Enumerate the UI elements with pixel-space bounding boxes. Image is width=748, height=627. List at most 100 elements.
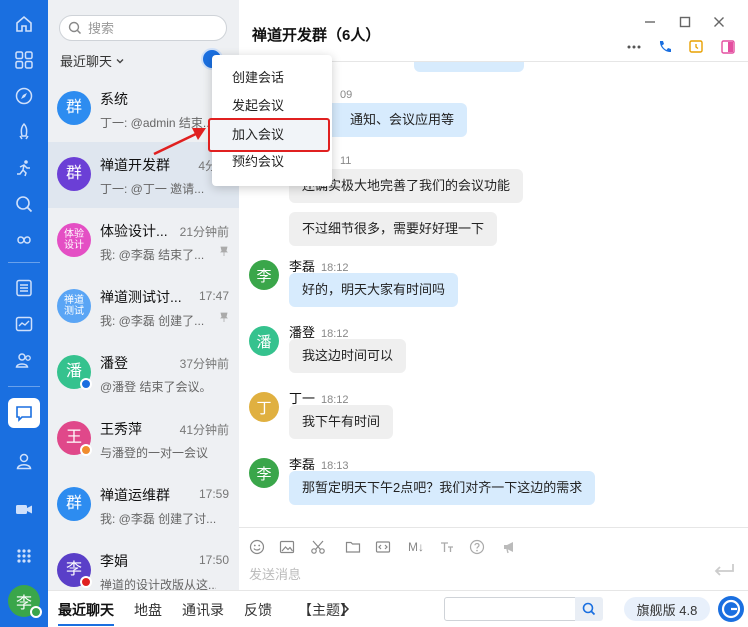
conversation-preview: 丁一: @丁一 邀请... xyxy=(100,182,205,196)
conversation-name: 王秀萍 xyxy=(100,421,142,437)
help-icon[interactable] xyxy=(468,538,486,556)
run-icon[interactable] xyxy=(12,156,36,180)
video-icon[interactable] xyxy=(12,497,36,521)
conversation-time: 17:47 xyxy=(198,289,229,303)
status-dot xyxy=(80,576,92,588)
search-input[interactable] xyxy=(88,20,208,36)
message-sender[interactable]: 李磊 xyxy=(289,259,315,274)
status-dot xyxy=(80,378,92,390)
search-box[interactable] xyxy=(59,15,227,41)
message-bubble: 好的，明天大家有时间吗 xyxy=(289,273,459,307)
bottom-tab[interactable]: 最近聊天 xyxy=(58,600,114,626)
code-icon[interactable] xyxy=(374,538,392,556)
search-icon[interactable] xyxy=(12,192,36,216)
chat-icon[interactable] xyxy=(12,401,36,425)
conversation-item[interactable]: 禅道测试 禅道测试讨... 17:47 我: @李磊 创建了... xyxy=(48,274,239,340)
apps-icon[interactable] xyxy=(12,48,36,72)
conversation-time: 37分钟前 xyxy=(179,357,229,371)
conversation-name: 禅道测试讨... xyxy=(100,289,182,305)
edition-badge[interactable]: 旗舰版 4.8 xyxy=(624,597,710,621)
bottom-tab[interactable]: 通讯录 xyxy=(182,600,224,620)
user-icon[interactable] xyxy=(12,449,36,473)
conversation-avatar: 禅道测试 xyxy=(57,289,91,323)
message-bubble: 那暂定明天下午2点吧？我们对齐一下这边的需求 xyxy=(289,471,596,505)
megaphone-icon[interactable] xyxy=(501,538,519,556)
conversation-item[interactable]: 群禅道运维群 17:59 我: @李磊 创建了讨... xyxy=(48,472,239,538)
message-bubble: 我这边时间可以 xyxy=(289,339,407,373)
conversation-preview: 丁一: @admin 结束... xyxy=(100,116,213,130)
online-status-badge xyxy=(30,606,42,618)
phone-icon[interactable] xyxy=(656,38,674,56)
chat-title: 禅道开发群（6人） xyxy=(252,27,381,44)
conversation-avatar: 群 xyxy=(57,157,91,191)
composer: M↓ 发送消息 xyxy=(239,527,748,590)
pin-icon xyxy=(220,312,228,325)
home-icon[interactable] xyxy=(12,12,36,36)
org-icon[interactable] xyxy=(12,348,36,372)
message-avatar[interactable]: 丁 xyxy=(249,392,279,422)
bottom-tab[interactable]: 地盘 xyxy=(134,600,162,620)
message-avatar[interactable]: 潘 xyxy=(249,326,279,356)
rocket-icon[interactable] xyxy=(12,120,36,144)
conversation-time: 17:59 xyxy=(198,487,229,501)
meeting-icon[interactable] xyxy=(687,38,705,56)
font-icon[interactable] xyxy=(438,538,456,556)
conversation-name: 体验设计... xyxy=(100,223,168,239)
emoji-icon[interactable] xyxy=(248,538,266,556)
conversation-item[interactable]: 王王秀萍 41分钟前 与潘登的一对一会议 xyxy=(48,406,239,472)
message-input[interactable]: 发送消息 xyxy=(249,564,301,583)
infinity-icon[interactable] xyxy=(12,228,36,252)
message-bubble: 我下午有时间 xyxy=(289,405,394,439)
conversation-name: 禅道开发群 xyxy=(100,157,170,173)
chart-icon[interactable] xyxy=(12,312,36,336)
menu-item[interactable]: 加入会议 xyxy=(208,118,330,152)
close-icon[interactable] xyxy=(711,14,727,30)
conversation-time: 41分钟前 xyxy=(179,423,229,437)
status-dot xyxy=(80,444,92,456)
message-avatar[interactable]: 李 xyxy=(249,458,279,488)
minimize-icon[interactable] xyxy=(642,14,658,30)
scissors-icon[interactable] xyxy=(309,538,327,556)
message-sender[interactable]: 潘登 xyxy=(289,325,315,340)
recent-chats-dropdown[interactable]: 最近聊天 xyxy=(60,51,125,70)
message-sender[interactable]: 李磊 xyxy=(289,457,315,472)
folder-icon[interactable] xyxy=(344,538,362,556)
menu-item[interactable]: 发起会议 xyxy=(212,92,332,120)
conversation-name: 潘登 xyxy=(100,355,128,371)
chevron-right-icon[interactable] xyxy=(342,604,350,614)
bottom-tab[interactable]: 反馈 xyxy=(244,600,272,620)
message-bubble xyxy=(414,62,524,72)
conversation-avatar: 群 xyxy=(57,487,91,521)
message-avatar[interactable]: 李 xyxy=(249,260,279,290)
conversation-preview: 我: @李磊 创建了... xyxy=(100,314,205,328)
list-icon[interactable] xyxy=(12,276,36,300)
sidebar-toggle-icon[interactable] xyxy=(719,38,737,56)
brand-logo-icon[interactable] xyxy=(718,596,744,622)
left-rail: 李 xyxy=(0,0,48,627)
message-sender[interactable]: 丁一 xyxy=(289,391,315,406)
image-icon[interactable] xyxy=(278,538,296,556)
conversation-time: 17:50 xyxy=(198,553,229,567)
conversation-item[interactable]: 潘潘登 37分钟前 @潘登 结束了会议。 xyxy=(48,340,239,406)
markdown-icon[interactable]: M↓ xyxy=(405,538,427,556)
conversation-name: 禅道运维群 xyxy=(100,487,170,503)
compass-icon[interactable] xyxy=(12,84,36,108)
more-icon[interactable] xyxy=(625,38,643,56)
message-time: 09 xyxy=(340,89,353,101)
maximize-icon[interactable] xyxy=(677,14,693,30)
menu-item[interactable]: 创建会话 xyxy=(212,64,332,92)
recent-chats-label: 最近聊天 xyxy=(60,54,113,69)
conversation-time: 21分钟前 xyxy=(179,225,229,239)
menu-item[interactable]: 预约会议 xyxy=(212,148,332,176)
grid-icon[interactable] xyxy=(12,544,36,568)
conversation-preview: 与潘登的一对一会议 xyxy=(100,446,209,460)
conversation-avatar: 群 xyxy=(57,91,91,125)
add-dropdown-menu: 创建会话 发起会议 加入会议 预约会议 xyxy=(208,55,332,186)
conversation-name: 系统 xyxy=(100,91,128,107)
conversation-name: 李娟 xyxy=(100,553,128,569)
send-icon[interactable] xyxy=(712,562,736,578)
search-icon xyxy=(68,21,82,35)
conversation-preview: 我: @李磊 创建了讨... xyxy=(100,512,216,526)
conversation-item[interactable]: 体验设计 体验设计... 21分钟前 我: @李磊 结束了... xyxy=(48,208,239,274)
bottom-search-button[interactable] xyxy=(575,597,603,621)
